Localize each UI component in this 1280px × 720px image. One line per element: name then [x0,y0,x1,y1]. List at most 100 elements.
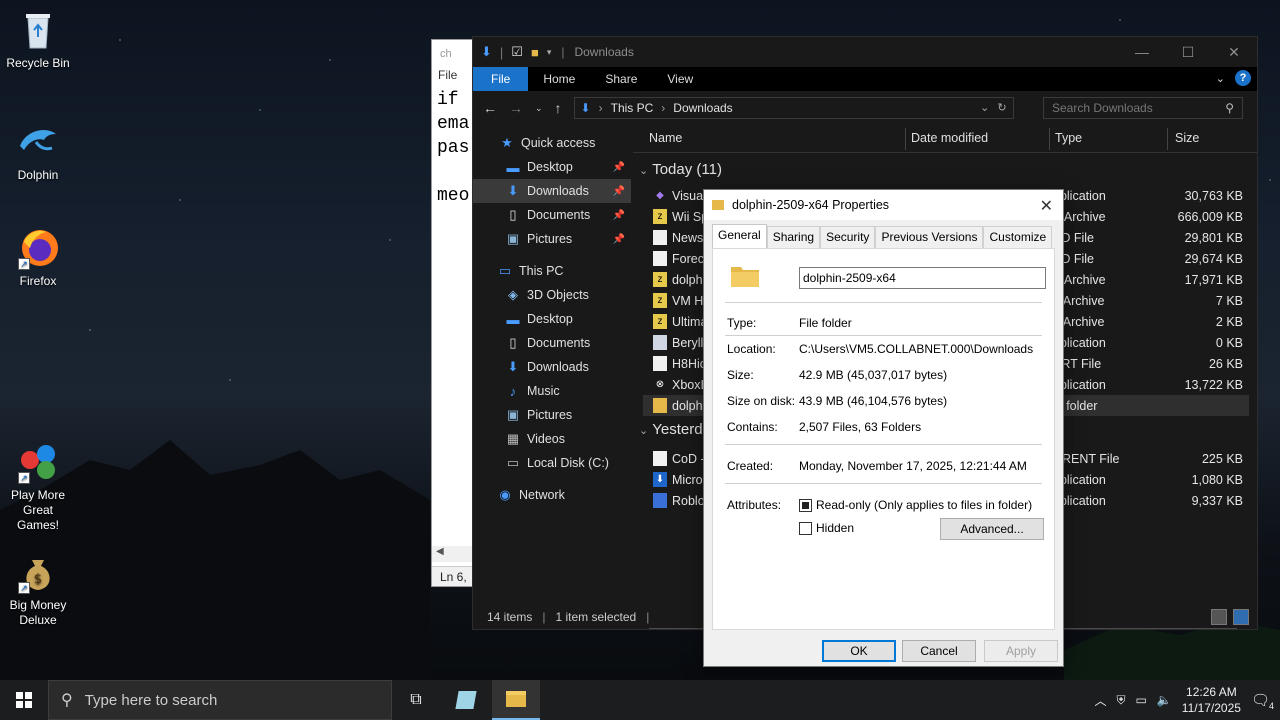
taskbar-search-input[interactable]: ⚲ Type here to search [48,680,392,720]
task-view-button[interactable]: ⧉ [392,680,440,720]
nav-this-pc[interactable]: ▭ This PC [497,259,627,283]
folder-name-input[interactable]: dolphin-2509-x64 [799,267,1046,289]
help-icon[interactable]: ? [1235,70,1251,86]
group-yesterday[interactable]: ⌄ Yesterd [639,421,703,438]
checkbox-unchecked[interactable] [799,521,812,535]
start-button[interactable] [0,680,48,720]
recent-locations-icon[interactable]: ⌄ [535,103,543,114]
size-value: 42.9 MB (45,037,017 bytes) [799,368,948,382]
location-value: C:\Users\VM5.COLLABNET.000\Downloads [799,342,1034,356]
download-arrow-icon: ⬇ [580,101,591,115]
clock-date: 11/17/2025 [1181,701,1241,715]
tab-sharing[interactable]: Sharing [766,226,821,248]
ribbon-tab-view[interactable]: View [652,67,708,91]
properties-dialog[interactable]: dolphin-2509-x64 Properties ✕ General Sh… [703,189,1064,667]
ribbon-tab-share[interactable]: Share [590,67,652,91]
large-icons-view-icon[interactable] [1233,609,1249,625]
address-dropdown-icon[interactable]: ⌄ [980,101,989,114]
nav-pictures[interactable]: ▣ Pictures [505,403,629,427]
breadcrumb-downloads[interactable]: Downloads [673,101,732,115]
chevron-up-icon[interactable]: ︿ [1094,692,1106,709]
notification-icon[interactable]: 🗨 4 [1251,691,1274,711]
refresh-icon[interactable]: ↻ [997,101,1006,114]
nav-videos[interactable]: ▦ Videos [505,427,629,451]
apply-button[interactable]: Apply [984,640,1058,662]
nav-quick-access[interactable]: ★ Quick access [499,131,629,155]
forward-arrow-icon[interactable]: → [509,100,523,116]
properties-icon[interactable]: ☑ [511,44,523,60]
column-date-modified[interactable]: Date modified [911,131,988,145]
tab-customize[interactable]: Customize [983,226,1053,248]
created-label: Created: [727,459,774,473]
nav-downloads[interactable]: ⬇ Downloads [505,355,629,379]
close-icon[interactable]: ✕ [1211,37,1257,67]
nav-desktop[interactable]: ▬ Desktop [505,307,629,331]
column-name[interactable]: Name [649,131,682,145]
column-size[interactable]: Size [1175,131,1199,145]
tab-previous-versions[interactable]: Previous Versions [875,226,984,248]
up-arrow-icon[interactable]: ↑ [555,100,562,116]
contains-label: Contains: [727,420,778,434]
nav-quick-pictures[interactable]: ▣ Pictures 📌 [473,227,631,251]
network-icon: ◉ [499,487,511,502]
desktop-icon-recycle-bin[interactable]: Recycle Bin [2,8,74,71]
clock[interactable]: 12:26 AM 11/17/2025 [1182,684,1241,716]
search-placeholder: Search Downloads [1052,101,1153,115]
nav-quick-desktop[interactable]: ▬ Desktop 📌 [473,155,631,179]
clock-time: 12:26 AM [1186,685,1237,699]
readonly-checkbox[interactable]: Read-only (Only applies to files in fold… [799,498,1032,512]
hidden-checkbox[interactable]: Hidden [799,521,854,535]
address-bar[interactable]: ⬇ › This PC › Downloads ⌄ ↻ [573,97,1014,119]
column-type[interactable]: Type [1055,131,1082,145]
status-selection: 1 item selected [555,610,637,624]
close-icon[interactable]: ✕ [1040,196,1053,216]
ribbon-tab-home[interactable]: Home [528,67,590,91]
advanced-button[interactable]: Advanced... [940,518,1044,540]
desktop-icon-big-money[interactable]: $ ↗ Big Money Deluxe [2,550,74,628]
security-icon[interactable]: ⛨ [1116,693,1125,708]
breadcrumb-this-pc[interactable]: This PC [611,101,654,115]
search-input[interactable]: Search Downloads ⚲ [1043,97,1243,119]
tab-general[interactable]: General [712,224,767,248]
desktop-icon-play-more-games[interactable]: ↗ Play More Great Games! [2,440,74,533]
qat-dropdown-icon[interactable]: ▾ [547,47,552,58]
nav-music[interactable]: ♪ Music [505,379,629,403]
nav-quick-documents[interactable]: ▯ Documents 📌 [473,203,631,227]
ribbon-tab-file[interactable]: File [473,67,529,91]
separator-icon: | [499,44,504,60]
network-icon[interactable]: ▭ [1135,693,1146,707]
notification-count: 4 [1268,701,1274,711]
download-arrow-icon[interactable]: ⬇ [481,44,492,60]
task-view-icon: ⧉ [410,691,422,708]
back-arrow-icon[interactable]: ← [483,100,497,116]
nav-quick-downloads[interactable]: ⬇ Downloads 📌 [473,179,631,203]
nav-documents[interactable]: ▯ Documents [505,331,629,355]
minimize-icon[interactable]: — [1119,37,1165,67]
tab-security[interactable]: Security [820,226,876,248]
new-folder-icon[interactable]: ■ [531,45,539,60]
taskbar-file-explorer[interactable] [492,680,540,720]
archive-icon: z [653,209,667,224]
group-today[interactable]: ⌄ Today (11) [639,161,722,178]
nav-local-disk[interactable]: ▭ Local Disk (C:) [505,451,629,475]
taskbar-notepad[interactable] [442,680,490,720]
desktop-icon-dolphin[interactable]: Dolphin [2,120,74,183]
checkbox-indeterminate[interactable] [799,498,812,512]
size-label: Size: [727,368,754,382]
cancel-button[interactable]: Cancel [902,640,976,662]
nav-network[interactable]: ◉ Network [497,483,627,507]
general-panel: dolphin-2509-x64 Type: File folder Locat… [712,248,1055,630]
ok-button[interactable]: OK [822,640,896,662]
maximize-icon[interactable]: ☐ [1165,37,1211,67]
desktop-icon-firefox[interactable]: ↗ Firefox [2,226,74,289]
volume-icon[interactable]: 🔈 [1157,693,1172,707]
nav-3d-objects[interactable]: ◈ 3D Objects [505,283,629,307]
ribbon-expand-icon[interactable]: ⌄ [1216,72,1225,85]
location-label: Location: [727,342,776,356]
xbox-icon: ⊗ [655,379,665,390]
details-view-icon[interactable] [1211,609,1227,625]
archive-icon: z [653,272,667,287]
roblox-icon [653,493,667,508]
search-icon: ⚲ [1225,101,1234,115]
title-separator: | [561,45,565,59]
